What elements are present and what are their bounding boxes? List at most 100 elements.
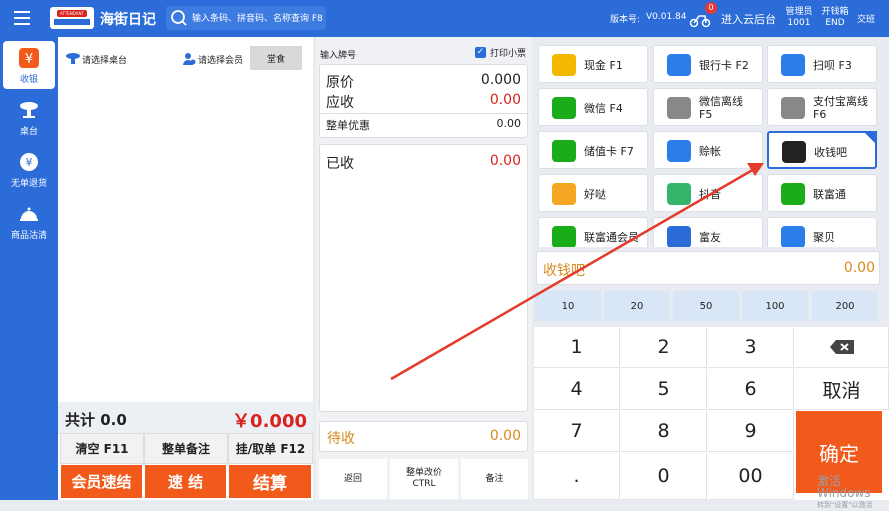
key-6[interactable]: 6 <box>708 369 794 410</box>
clear-button[interactable]: 清空 F11 <box>60 433 144 464</box>
key-2[interactable]: 2 <box>621 327 707 368</box>
change-price-key: CTRL <box>412 479 436 489</box>
dine-in-button[interactable]: 堂食 <box>250 46 302 70</box>
sidebar-item-label: 桌台 <box>19 127 38 137</box>
payment-label-line1: 赊帐 <box>699 144 721 158</box>
payment-method-jubei[interactable]: 聚贝 <box>767 217 877 247</box>
cash-drawer-button[interactable]: 开钱箱 END <box>820 7 850 29</box>
app-logo: ATTENDANT <box>50 7 94 29</box>
back-button[interactable]: 返回 <box>319 459 387 499</box>
pending-value: 0.00 <box>489 428 521 444</box>
payment-method-credit[interactable]: 赊帐 <box>653 131 763 169</box>
select-table-button[interactable]: 请选择桌台 <box>65 50 127 68</box>
payment-method-wechat[interactable]: 微信 F4 <box>538 88 648 126</box>
member-quick-settle-button[interactable]: 会员速结 <box>61 465 142 498</box>
quick-amount-50[interactable]: 50 <box>673 291 739 321</box>
menu-icon[interactable] <box>14 11 30 25</box>
quick-amount-20[interactable]: 20 <box>604 291 670 321</box>
payment-method-stored-card[interactable]: 储值卡 F7 <box>538 131 648 169</box>
cash-drawer-label: 开钱箱 <box>821 7 849 17</box>
table-icon <box>66 53 80 64</box>
payment-method-lianfutong[interactable]: 联富通 <box>767 174 877 212</box>
payment-amount-input[interactable]: 收钱吧 0.00 <box>536 251 880 285</box>
payment-label-line1: 富友 <box>699 230 721 244</box>
select-member-button[interactable]: 请选择会员 <box>182 50 243 68</box>
refund-icon: ¥ <box>20 153 38 171</box>
cash-icon <box>552 54 576 76</box>
quick-settle-button[interactable]: 速 结 <box>145 465 226 498</box>
key-4[interactable]: 4 <box>534 369 620 410</box>
shouqianba-icon <box>782 141 806 163</box>
payment-method-alipay-offline[interactable]: 支付宝离线 F6 <box>767 88 877 126</box>
payment-method-bank-card[interactable]: 银行卡 F2 <box>653 45 763 83</box>
quick-amount-10[interactable]: 10 <box>535 291 601 321</box>
key-5[interactable]: 5 <box>621 369 707 410</box>
selected-check-icon <box>863 131 877 145</box>
handover-button[interactable]: 交班 <box>857 12 875 25</box>
sidebar-item-cashier[interactable]: ¥ 收银 <box>3 41 55 89</box>
credit-icon <box>667 140 691 162</box>
key-7[interactable]: 7 <box>534 411 620 452</box>
total-count: 共计 0.0 <box>65 411 127 429</box>
quick-amount-100[interactable]: 100 <box>742 291 808 321</box>
checkout-button[interactable]: 结算 <box>229 465 311 498</box>
haoda-icon <box>552 183 576 205</box>
notify-badge: 0 <box>705 2 717 14</box>
discount-value: 0.00 <box>496 117 522 130</box>
key-0[interactable]: 0 <box>621 453 707 500</box>
key-1[interactable]: 1 <box>534 327 620 368</box>
watermark-line1: 激活 Windows <box>817 474 871 500</box>
key-00[interactable]: 00 <box>708 453 794 500</box>
version-label: 版本号: <box>610 15 641 25</box>
user-info[interactable]: 管理员 1001 <box>784 7 814 29</box>
checkbox-checked-icon: ✓ <box>475 47 486 58</box>
rider-icon[interactable]: 0 <box>689 2 717 28</box>
svg-text:¥: ¥ <box>26 156 33 169</box>
payment-method-shouqianba[interactable]: 收钱吧 <box>767 131 877 169</box>
top-bar: ATTENDANT 海街日记 输入条码、拼音码、名称查询 F8 版本号: V0.… <box>0 0 889 37</box>
wechat-offline-icon <box>667 97 691 119</box>
payment-label-line2: F5 <box>699 108 713 121</box>
print-receipt-checkbox[interactable]: ✓ 打印小票 <box>475 46 526 59</box>
payment-method-fuyou[interactable]: 富友 <box>653 217 763 247</box>
hold-order-button[interactable]: 挂/取单 F12 <box>228 433 313 464</box>
search-icon <box>171 10 187 26</box>
payment-method-label: 微信 F4 <box>584 89 623 127</box>
cancel-button[interactable]: 取消 <box>795 369 889 410</box>
sidebar-item-refund[interactable]: ¥ 无单退货 <box>3 145 55 193</box>
original-price-value: 0.000 <box>480 72 521 88</box>
payment-method-lianfutong-member[interactable]: 联富通会员 <box>538 217 648 247</box>
payment-grid: 现金 F1 银行卡 F2 扫呗 F3 微信 F4 微信离线 F5 支付宝离线 F6 储值卡 F7… <box>534 37 889 247</box>
note-button[interactable]: 备注 <box>461 459 528 499</box>
payment-method-cash[interactable]: 现金 F1 <box>538 45 648 83</box>
quick-amount-200[interactable]: 200 <box>812 291 878 321</box>
payment-method-label: 好哒 <box>584 175 606 213</box>
price-box: 原价 0.000 应收 0.00 整单优惠 0.00 <box>319 64 529 138</box>
plate-number-label[interactable]: 输入牌号 <box>320 48 356 61</box>
payment-method-haoda[interactable]: 好哒 <box>538 174 648 212</box>
key-dot[interactable]: . <box>534 453 620 500</box>
cloud-backend-link[interactable]: 进入云后台 <box>721 11 776 27</box>
search-box[interactable]: 输入条码、拼音码、名称查询 F8 <box>166 6 326 30</box>
payment-method-douyin[interactable]: 抖音 <box>653 174 763 212</box>
yen-icon: ¥ <box>19 48 39 68</box>
order-remark-button[interactable]: 整单备注 <box>144 433 228 464</box>
payment-method-label: 储值卡 F7 <box>584 132 634 170</box>
key-3[interactable]: 3 <box>708 327 794 368</box>
key-9[interactable]: 9 <box>708 411 794 452</box>
saobei-icon <box>781 54 805 76</box>
change-price-button[interactable]: 整单改价 CTRL <box>390 459 458 499</box>
payment-label-line1: 联富通 <box>813 187 846 201</box>
payment-method-wechat-offline[interactable]: 微信离线 F5 <box>653 88 763 126</box>
key-8[interactable]: 8 <box>621 411 707 452</box>
payment-method-saobei[interactable]: 扫呗 F3 <box>767 45 877 83</box>
payment-label-line1: 微信离线 <box>699 95 743 108</box>
sidebar-item-soldout[interactable]: 商品沽清 <box>3 197 55 245</box>
app-title: 海街日记 <box>100 12 156 28</box>
sidebar-item-tables[interactable]: 桌台 <box>3 93 55 141</box>
payment-label-line1: 微信 F4 <box>584 101 623 115</box>
cloche-icon <box>20 207 38 221</box>
backspace-button[interactable] <box>795 327 889 368</box>
backspace-icon <box>829 340 854 354</box>
payment-label-line1: 聚贝 <box>813 230 835 244</box>
